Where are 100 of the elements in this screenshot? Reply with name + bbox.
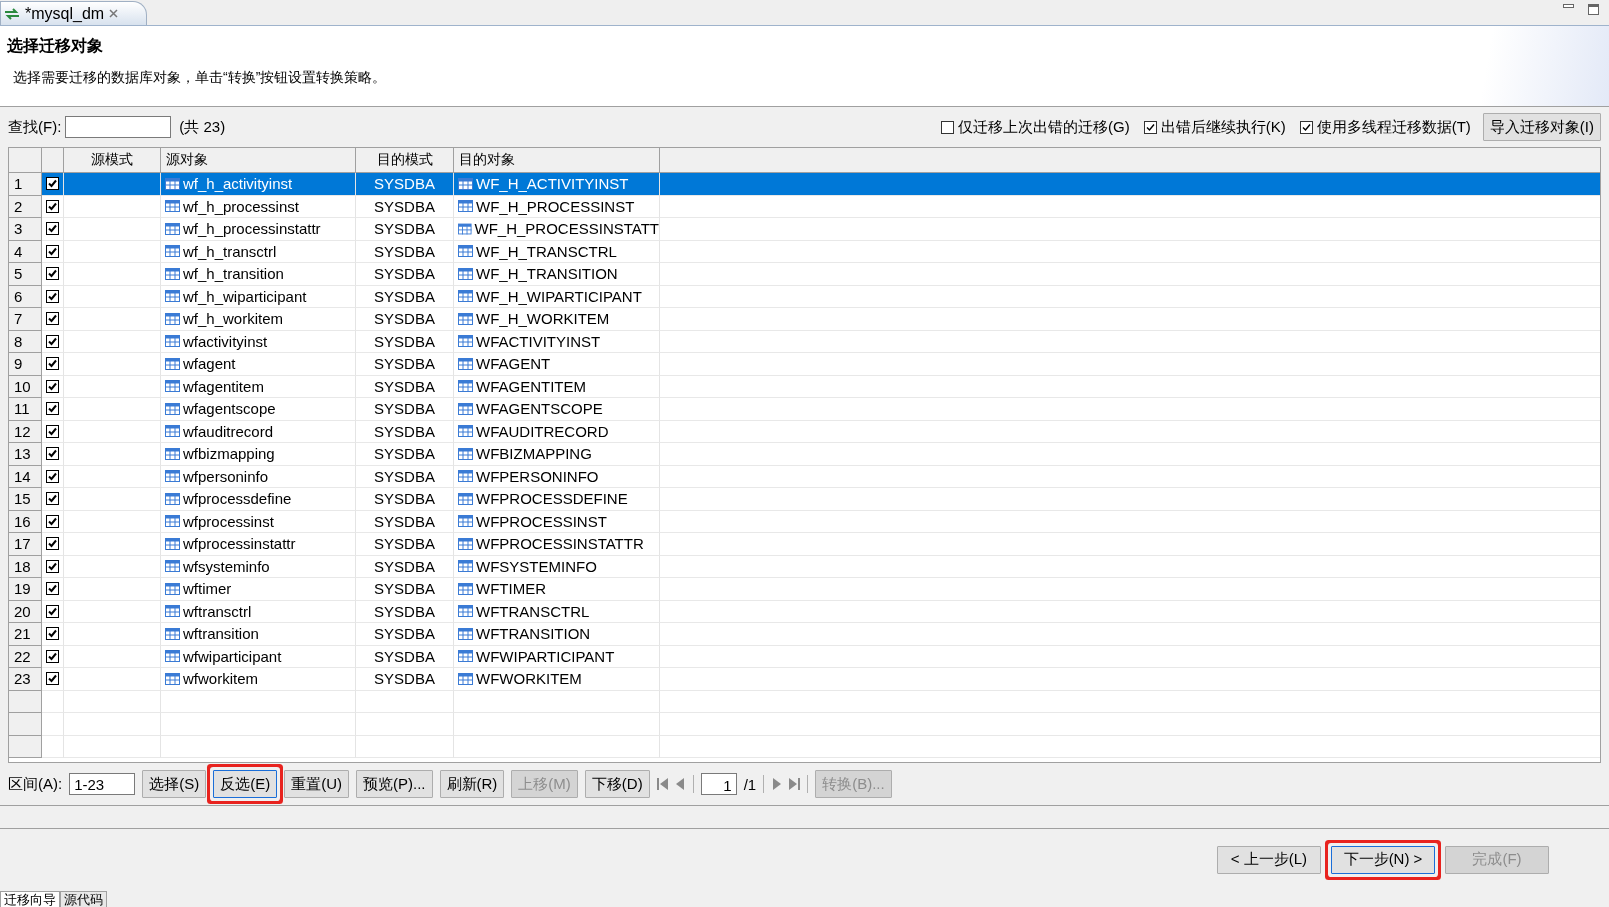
wizard-button[interactable]: < 上一步(L) [1217, 845, 1321, 874]
checkbox[interactable] [46, 424, 59, 438]
checkbox[interactable] [46, 199, 59, 213]
checkbox[interactable] [46, 379, 59, 393]
table-icon [458, 222, 472, 235]
checkbox[interactable] [46, 244, 59, 258]
checkbox[interactable] [46, 289, 59, 303]
column-header[interactable]: 目的模式 [376, 151, 433, 169]
table-row[interactable]: 12 wfauditrecord SYSDBA WFAUDITRECORD [9, 420, 1600, 443]
table-cell: wftransition [183, 625, 259, 643]
action-button[interactable]: 刷新(R) [439, 770, 505, 798]
checkbox[interactable] [46, 627, 59, 641]
table-row[interactable]: 20 wftransctrl SYSDBA WFTRANSCTRL [9, 600, 1600, 623]
checkbox[interactable] [46, 222, 59, 236]
table-row[interactable]: 10 wfagentitem SYSDBA WFAGENTITEM [9, 375, 1600, 398]
last-page-icon[interactable] [789, 778, 801, 790]
previous-page-icon[interactable] [674, 778, 686, 790]
checkbox[interactable] [46, 357, 59, 371]
checkbox[interactable] [46, 402, 59, 416]
table-icon [165, 447, 180, 460]
import-button[interactable]: 导入迁移对象(I) [1482, 113, 1601, 141]
table-cell: wftransctrl [183, 602, 252, 620]
page-field[interactable]: 1 [700, 773, 737, 795]
checkbox[interactable] [46, 649, 59, 663]
action-button[interactable]: 下移(D) [584, 770, 650, 798]
table-row[interactable]: 17 wfprocessinstattr SYSDBA WFPROCESSINSTATTR [9, 533, 1600, 556]
checkbox[interactable] [46, 604, 59, 618]
checkbox[interactable] [46, 537, 59, 551]
bottom-tab[interactable]: 迁移向导 [0, 891, 60, 907]
action-button[interactable]: 重置(U) [284, 770, 349, 798]
table-cell: wfprocessinstattr [183, 535, 296, 553]
table-row[interactable]: 4 wf_h_transctrl SYSDBA WF_H_TRANSCTRL [9, 240, 1600, 263]
checkbox[interactable] [46, 334, 59, 348]
column-header[interactable]: 目的对象 [459, 151, 515, 169]
table-row[interactable]: 18 wfsysteminfo SYSDBA WFSYSTEMINFO [9, 555, 1600, 578]
checkbox[interactable] [46, 267, 59, 281]
table-row[interactable]: 7 wf_h_workitem SYSDBA WF_H_WORKITEM [9, 308, 1600, 331]
checkbox[interactable] [941, 120, 954, 134]
checkbox[interactable] [46, 447, 59, 461]
table-cell: SYSDBA [374, 512, 435, 530]
table-icon [165, 627, 180, 640]
checkbox[interactable] [46, 582, 59, 596]
table-icon [458, 627, 473, 640]
column-header[interactable]: 源模式 [91, 151, 133, 169]
checkbox[interactable] [46, 177, 59, 191]
action-button[interactable]: 选择(S) [142, 770, 207, 798]
table-icon [165, 380, 180, 393]
first-page-icon[interactable] [656, 778, 668, 790]
table-row[interactable]: 2 wf_h_processinst SYSDBA WF_H_PROCESSINST [9, 195, 1600, 218]
action-button[interactable]: 预览(P)... [356, 770, 433, 798]
table-cell: SYSDBA [374, 557, 435, 575]
checkbox[interactable] [46, 469, 59, 483]
table-row[interactable]: 9 wfagent SYSDBA WFAGENT [9, 353, 1600, 376]
table-cell: WFBIZMAPPING [476, 445, 592, 463]
table-row[interactable]: 6 wf_h_wiparticipant SYSDBA WF_H_WIPARTICIPANT [9, 285, 1600, 308]
table-row[interactable]: 22 wfwiparticipant SYSDBA WFWIPARTICIPANT [9, 645, 1600, 668]
table-icon [165, 267, 180, 280]
column-header[interactable]: 源对象 [166, 151, 208, 169]
option-label[interactable]: 仅迁移上次出错的迁移(G) [958, 117, 1130, 137]
row-number: 10 [14, 377, 31, 395]
table-row[interactable]: 21 wftransition SYSDBA WFTRANSITION [9, 623, 1600, 646]
checkbox[interactable] [46, 312, 59, 326]
row-number: 19 [14, 580, 31, 598]
table-icon [458, 650, 473, 663]
row-number: 18 [14, 557, 31, 575]
checkbox[interactable] [46, 514, 59, 528]
table-row[interactable]: 3 wf_h_processinstattr SYSDBA WF_H_PROCESSINSTATT [9, 218, 1600, 241]
option-label[interactable]: 出错后继续执行(K) [1160, 117, 1286, 137]
checkbox[interactable] [1143, 120, 1157, 134]
table-row[interactable]: 5 wf_h_transition SYSDBA WF_H_TRANSITION [9, 263, 1600, 286]
checkbox[interactable] [1299, 120, 1313, 134]
checkbox[interactable] [46, 672, 59, 686]
table-cell: wfworkitem [183, 670, 258, 688]
table-row[interactable]: 8 wfactivityinst SYSDBA WFACTIVITYINST [9, 330, 1600, 353]
search-label: 查找(F): [8, 117, 62, 137]
bottom-tab[interactable]: 源代码 [60, 891, 107, 907]
table-row[interactable]: 23 wfworkitem SYSDBA WFWORKITEM [9, 668, 1600, 691]
table-row[interactable]: 1 wf_h_activityinst SYSDBA WF_H_ACTIVITYINST [9, 173, 1600, 196]
option-label[interactable]: 使用多线程迁移数据(T) [1316, 117, 1471, 137]
table-cell: SYSDBA [374, 445, 435, 463]
checkbox[interactable] [46, 559, 59, 573]
next-page-icon[interactable] [771, 778, 783, 790]
row-number: 17 [14, 535, 31, 553]
close-icon[interactable] [109, 9, 119, 18]
table-row[interactable]: 14 wfpersoninfo SYSDBA WFPERSONINFO [9, 465, 1600, 488]
table-cell: wfsysteminfo [183, 557, 270, 575]
table-row[interactable]: 15 wfprocessdefine SYSDBA WFPROCESSDEFINE [9, 488, 1600, 511]
table-row[interactable]: 11 wfagentscope SYSDBA WFAGENTSCOPE [9, 398, 1600, 421]
range-field[interactable]: 1-23 [69, 773, 136, 795]
table-row[interactable]: 19 wftimer SYSDBA WFTIMER [9, 578, 1600, 601]
table-icon [165, 245, 180, 258]
maximize-icon[interactable] [1588, 4, 1599, 15]
table-row[interactable]: 16 wfprocessinst SYSDBA WFPROCESSINST [9, 510, 1600, 533]
row-number: 11 [14, 400, 30, 418]
search-field[interactable] [65, 116, 172, 138]
editor-tab[interactable]: *mysql_dm [0, 1, 148, 25]
table-cell: wf_h_transctrl [183, 242, 277, 260]
minimize-icon[interactable] [1563, 4, 1574, 9]
table-row[interactable]: 13 wfbizmapping SYSDBA WFBIZMAPPING [9, 443, 1600, 466]
checkbox[interactable] [46, 492, 59, 506]
